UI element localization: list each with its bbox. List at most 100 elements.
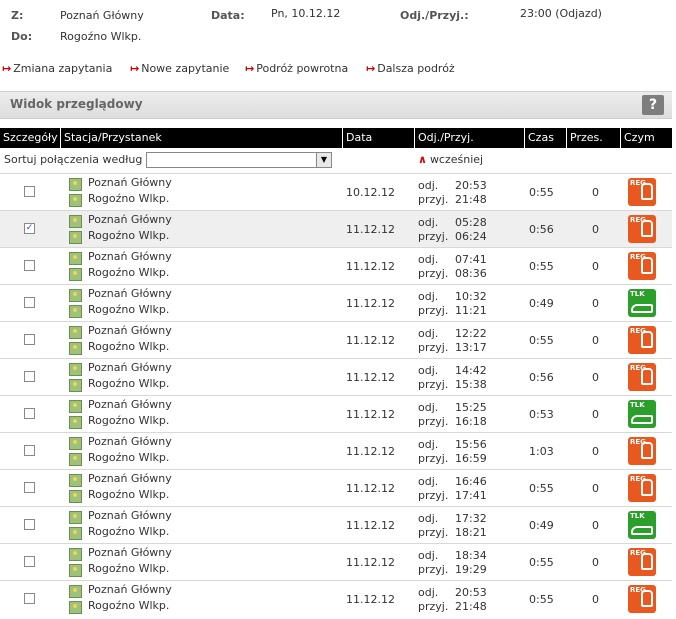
- table-row: Poznań Główny Rogoźno Wlkp. 11.12.12 odj. pr…: [0, 506, 672, 543]
- arr-time: 11:21: [455, 304, 487, 317]
- departure-station[interactable]: Poznań Główny: [88, 472, 172, 485]
- product-icon: REG: [628, 437, 656, 465]
- map-icon[interactable]: [69, 400, 82, 413]
- changes: 0: [592, 482, 599, 495]
- dep-label: odj.: [418, 549, 439, 562]
- changes: 0: [592, 223, 599, 236]
- arrival-station[interactable]: Rogoźno Wlkp.: [88, 266, 169, 279]
- details-checkbox[interactable]: [24, 297, 35, 308]
- arrival-station[interactable]: Rogoźno Wlkp.: [88, 340, 169, 353]
- map-icon[interactable]: [69, 178, 82, 191]
- map-icon[interactable]: [69, 363, 82, 376]
- arrival-station[interactable]: Rogoźno Wlkp.: [88, 192, 169, 205]
- departure-station[interactable]: Poznań Główny: [88, 324, 172, 337]
- col-details: Szczegóły: [3, 131, 58, 144]
- change-query-link[interactable]: ↦ Zmiana zapytania: [2, 62, 112, 75]
- table-row: Poznań Główny Rogoźno Wlkp. 11.12.12 odj. pr…: [0, 321, 672, 358]
- details-checkbox[interactable]: [24, 260, 35, 271]
- details-checkbox[interactable]: [24, 334, 35, 345]
- arrival-station[interactable]: Rogoźno Wlkp.: [88, 599, 169, 612]
- details-checkbox[interactable]: [24, 445, 35, 456]
- dep-time: 16:46: [455, 475, 487, 488]
- arrival-station[interactable]: Rogoźno Wlkp.: [88, 377, 169, 390]
- new-query-link[interactable]: ↦ Nowe zapytanie: [130, 62, 229, 75]
- departure-station[interactable]: Poznań Główny: [88, 398, 172, 411]
- map-icon[interactable]: [69, 511, 82, 524]
- product-icon: TLK: [628, 400, 656, 428]
- changes: 0: [592, 519, 599, 532]
- dep-label: odj.: [418, 179, 439, 192]
- departure-station[interactable]: Poznań Główny: [88, 361, 172, 374]
- map-icon[interactable]: [69, 305, 82, 318]
- map-icon[interactable]: [69, 379, 82, 392]
- departure-station[interactable]: Poznań Główny: [88, 546, 172, 559]
- departure-station[interactable]: Poznań Główny: [88, 583, 172, 596]
- details-checkbox[interactable]: [24, 556, 35, 567]
- departure-station[interactable]: Poznań Główny: [88, 250, 172, 263]
- arrow-right-icon: ↦: [366, 62, 376, 75]
- duration: 0:49: [529, 297, 554, 310]
- details-checkbox[interactable]: [24, 593, 35, 604]
- to-label: Do:: [11, 30, 33, 43]
- arrival-station[interactable]: Rogoźno Wlkp.: [88, 488, 169, 501]
- departure-station[interactable]: Poznań Główny: [88, 435, 172, 448]
- map-icon[interactable]: [69, 490, 82, 503]
- col-date: Data: [342, 128, 414, 148]
- train-icon: [641, 368, 653, 385]
- return-trip-link[interactable]: ↦ Podróż powrotna: [245, 62, 348, 75]
- train-icon: [631, 526, 653, 535]
- arrival-station[interactable]: Rogoźno Wlkp.: [88, 229, 169, 242]
- details-checkbox[interactable]: [24, 519, 35, 530]
- arrival-station[interactable]: Rogoźno Wlkp.: [88, 525, 169, 538]
- map-icon[interactable]: [69, 194, 82, 207]
- help-icon[interactable]: ?: [642, 95, 664, 115]
- arrival-station[interactable]: Rogoźno Wlkp.: [88, 451, 169, 464]
- duration: 1:03: [529, 445, 554, 458]
- map-icon[interactable]: [69, 437, 82, 450]
- departure-station[interactable]: Poznań Główny: [88, 213, 172, 226]
- departure-station[interactable]: Poznań Główny: [88, 287, 172, 300]
- product-icon: TLK: [628, 511, 656, 539]
- earlier-link[interactable]: ∧ wcześniej: [418, 153, 483, 166]
- map-icon[interactable]: [69, 326, 82, 339]
- product-icon: REG: [628, 178, 656, 206]
- dep-time: 20:53: [455, 179, 487, 192]
- map-icon[interactable]: [69, 453, 82, 466]
- sort-select[interactable]: ▼: [146, 152, 332, 168]
- map-icon[interactable]: [69, 215, 82, 228]
- changes: 0: [592, 186, 599, 199]
- map-icon[interactable]: [69, 601, 82, 614]
- arrival-station[interactable]: Rogoźno Wlkp.: [88, 414, 169, 427]
- map-icon[interactable]: [69, 548, 82, 561]
- map-icon[interactable]: [69, 268, 82, 281]
- map-icon[interactable]: [69, 231, 82, 244]
- dep-time: 10:32: [455, 290, 487, 303]
- departure-station[interactable]: Poznań Główny: [88, 509, 172, 522]
- changes: 0: [592, 593, 599, 606]
- date-label: Data:: [211, 9, 245, 22]
- arrival-station[interactable]: Rogoźno Wlkp.: [88, 303, 169, 316]
- further-trip-link[interactable]: ↦ Dalsza podróż: [366, 62, 455, 75]
- map-icon[interactable]: [69, 474, 82, 487]
- arrival-station[interactable]: Rogoźno Wlkp.: [88, 562, 169, 575]
- arr-time: 21:48: [455, 193, 487, 206]
- map-icon[interactable]: [69, 252, 82, 265]
- details-checkbox[interactable]: [24, 371, 35, 382]
- details-checkbox[interactable]: [24, 482, 35, 493]
- map-icon[interactable]: [69, 585, 82, 598]
- map-icon[interactable]: [69, 527, 82, 540]
- connection-date: 11.12.12: [346, 297, 395, 310]
- map-icon[interactable]: [69, 342, 82, 355]
- map-icon[interactable]: [69, 289, 82, 302]
- dep-label: odj.: [418, 475, 439, 488]
- details-checkbox[interactable]: [24, 408, 35, 419]
- details-checkbox[interactable]: ✓: [24, 223, 35, 234]
- train-icon: [641, 183, 653, 200]
- dep-time: 12:22: [455, 327, 487, 340]
- map-icon[interactable]: [69, 564, 82, 577]
- changes: 0: [592, 408, 599, 421]
- departure-station[interactable]: Poznań Główny: [88, 176, 172, 189]
- map-icon[interactable]: [69, 416, 82, 429]
- changes: 0: [592, 297, 599, 310]
- details-checkbox[interactable]: [24, 186, 35, 197]
